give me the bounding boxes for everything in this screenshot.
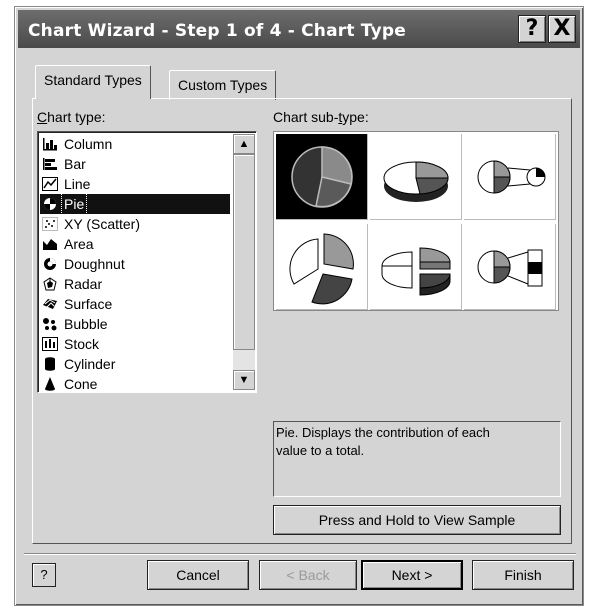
scroll-up-icon[interactable]: ▲	[233, 134, 255, 154]
close-icon[interactable]: X	[548, 15, 576, 43]
radar-chart-icon	[43, 277, 57, 291]
subtype-exploded-pie[interactable]	[276, 224, 368, 310]
cone-chart-icon	[45, 377, 55, 391]
chart-type-label-text: hart type:	[47, 109, 106, 125]
surface-chart-icon	[43, 299, 57, 309]
doughnut-chart-icon	[44, 258, 56, 270]
tab-custom-types[interactable]: Custom Types	[169, 70, 277, 100]
list-item-stock[interactable]: Stock	[40, 334, 230, 354]
title-bar[interactable]: Chart Wizard - Step 1 of 4 - Chart Type …	[18, 10, 580, 48]
list-item-radar[interactable]: Radar	[40, 274, 230, 294]
tab-standard-types[interactable]: Standard Types	[35, 65, 151, 99]
footer-divider	[24, 553, 576, 555]
chart-subtype-grid[interactable]	[273, 131, 559, 311]
list-item-xy-scatter[interactable]: XY (Scatter)	[40, 214, 230, 234]
list-item-cylinder[interactable]: Cylinder	[40, 354, 230, 374]
list-item-label: Area	[64, 236, 94, 252]
list-item-label: XY (Scatter)	[64, 216, 140, 232]
chart-wizard-dialog: Chart Wizard - Step 1 of 4 - Chart Type …	[14, 6, 584, 606]
bar-of-pie-icon	[477, 249, 543, 287]
cylinder-chart-icon	[45, 357, 55, 371]
list-item-label: Surface	[64, 296, 113, 312]
bar-chart-icon	[43, 158, 57, 170]
list-item-label: Line	[64, 176, 91, 192]
list-item-cone[interactable]: Cone	[40, 374, 230, 394]
area-chart-icon	[43, 239, 57, 250]
bubble-chart-icon	[43, 318, 57, 331]
finish-button[interactable]: Finish	[472, 560, 574, 590]
list-item-label: Cylinder	[64, 356, 116, 372]
chart-subtype-label-a: Chart sub-	[273, 109, 339, 125]
list-item-column[interactable]: Column	[40, 134, 230, 154]
list-item-label: Doughnut	[64, 256, 125, 272]
subtype-pie[interactable]	[276, 134, 368, 220]
exploded-3d-pie-icon	[381, 247, 451, 296]
list-item-label: Bar	[64, 156, 86, 172]
3d-pie-icon	[383, 161, 449, 202]
help-button[interactable]: ?	[32, 563, 56, 587]
chart-subtype-label: Chart sub-type:	[273, 109, 369, 125]
line-chart-icon	[42, 177, 58, 191]
list-item-bubble[interactable]: Bubble	[40, 314, 230, 334]
subtype-pie-of-pie[interactable]	[464, 134, 556, 220]
list-item-line[interactable]: Line	[40, 174, 230, 194]
list-item-bar[interactable]: Bar	[40, 154, 230, 174]
scatter-chart-icon	[42, 217, 58, 231]
list-item-label: Column	[64, 136, 113, 152]
dialog-title: Chart Wizard - Step 1 of 4 - Chart Type	[28, 21, 406, 41]
subtype-bar-of-pie[interactable]	[464, 224, 556, 310]
list-item-label: Cone	[64, 376, 98, 392]
subtype-exploded-3d-pie[interactable]	[370, 224, 462, 310]
list-item-pie[interactable]: Pie	[40, 193, 230, 215]
list-item-area[interactable]: Area	[40, 234, 230, 254]
list-item-label: Bubble	[64, 316, 108, 332]
list-item-label: Stock	[64, 336, 100, 352]
subtype-3d-pie[interactable]	[370, 134, 462, 220]
list-item-doughnut[interactable]: Doughnut	[40, 254, 230, 274]
chart-type-label: Chart type:	[37, 109, 106, 125]
pie-of-pie-icon	[477, 160, 546, 194]
chart-type-scrollbar[interactable]: ▲ ▼	[233, 134, 255, 390]
chart-subtype-label-b: ype:	[342, 109, 369, 125]
list-item-label: Pie	[60, 193, 88, 215]
pie-chart-icon	[44, 198, 56, 210]
exploded-pie-icon	[289, 233, 354, 305]
stock-chart-icon	[42, 337, 58, 351]
list-item-surface[interactable]: Surface	[40, 294, 230, 314]
list-item-label: Radar	[64, 276, 103, 292]
column-chart-icon	[43, 138, 57, 151]
pie-icon	[291, 146, 353, 208]
cancel-button[interactable]: Cancel	[147, 560, 249, 590]
chart-type-list[interactable]: Column Bar Line Pie XY (Scatter) Area Do…	[37, 131, 257, 393]
back-button[interactable]: < Back	[259, 560, 357, 590]
scroll-thumb[interactable]	[233, 154, 255, 350]
chart-description: Pie. Displays the contribution of each v…	[273, 421, 561, 497]
help-icon[interactable]: ?	[518, 15, 546, 43]
next-button[interactable]: Next >	[361, 560, 463, 590]
scroll-down-icon[interactable]: ▼	[233, 370, 255, 390]
view-sample-button[interactable]: Press and Hold to View Sample	[273, 505, 561, 535]
